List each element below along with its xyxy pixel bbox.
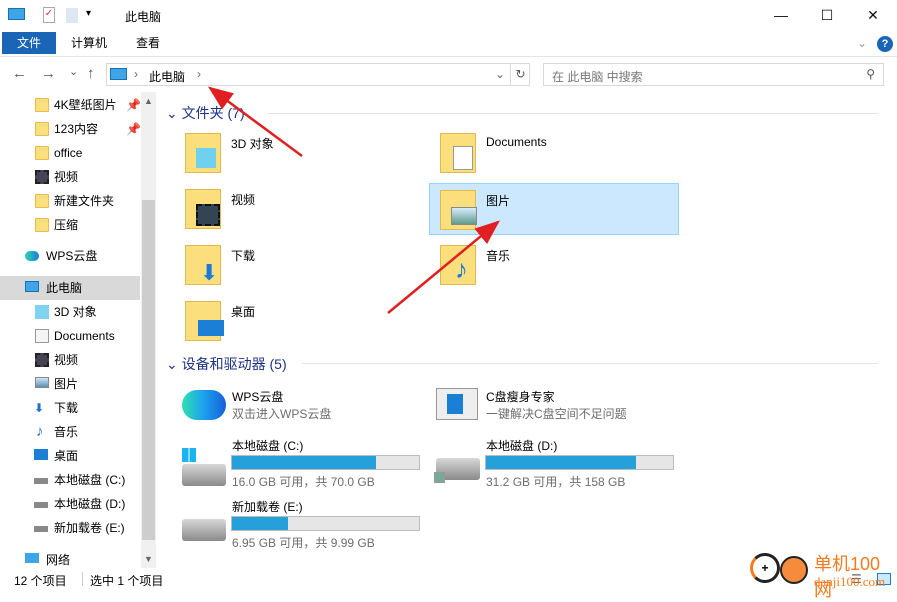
watermark-logo: + 单机100网 danji100.com [748, 550, 897, 600]
annotation-arrows [207, 86, 500, 314]
item-count: 12 个项目 [14, 574, 67, 588]
red-arrow-breadcrumb [207, 86, 303, 158]
red-arrow-pictures [387, 220, 500, 314]
selected-count: 选中 1 个项目 [90, 574, 164, 588]
